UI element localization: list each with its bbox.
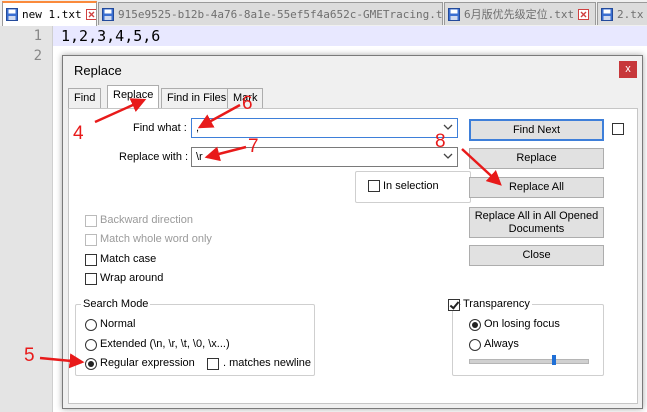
replace-all-opened-button[interactable]: Replace All in All Opened Documents xyxy=(469,207,604,238)
tab-label: 915e9525-b12b-4a76-8a1e-55ef5f4a652c-GME… xyxy=(118,7,443,21)
backward-direction-checkbox[interactable] xyxy=(85,215,97,227)
find-what-combo[interactable]: , xyxy=(191,118,458,138)
saved-file-icon xyxy=(448,7,460,21)
in-selection-label: In selection xyxy=(383,180,439,192)
tab-2[interactable]: 2.tx xyxy=(597,2,647,25)
in-selection-checkbox[interactable] xyxy=(368,180,380,192)
replace-with-value: \r xyxy=(196,151,203,163)
replace-button[interactable]: Replace xyxy=(469,148,604,169)
always-label: Always xyxy=(484,338,519,350)
chevron-down-icon[interactable] xyxy=(443,123,453,131)
search-mode-title: Search Mode xyxy=(81,298,151,310)
match-whole-word-checkbox[interactable] xyxy=(85,234,97,246)
find-next-button[interactable]: Find Next xyxy=(469,119,604,141)
code-line[interactable]: 1,2,3,4,5,6 xyxy=(61,27,160,45)
saved-file-icon xyxy=(601,7,613,21)
extended-label: Extended (\n, \r, \t, \0, \x...) xyxy=(100,338,230,350)
normal-label: Normal xyxy=(100,318,136,330)
dialog-close-button[interactable]: x xyxy=(619,61,637,78)
tab-priority-locate[interactable]: 6月版优先级定位.txt xyxy=(444,2,596,25)
replace-dialog: Replace x Find Replace Find in Files Mar… xyxy=(62,55,643,409)
on-losing-focus-label: On losing focus xyxy=(484,318,560,330)
replace-with-combo[interactable]: \r xyxy=(191,147,458,167)
line-number: 2 xyxy=(33,48,42,64)
extended-radio[interactable] xyxy=(85,339,97,351)
tab-find[interactable]: Find xyxy=(68,88,102,108)
annotation-label-7: 7 xyxy=(248,136,259,157)
always-radio[interactable] xyxy=(469,339,481,351)
match-case-checkbox[interactable] xyxy=(85,254,97,266)
dot-matches-newline-checkbox[interactable] xyxy=(207,358,219,370)
tab-label: 2.tx xyxy=(617,7,644,21)
close-button[interactable]: Close xyxy=(469,245,604,266)
transparency-checkbox[interactable] xyxy=(448,299,460,311)
match-whole-word-label: Match whole word only xyxy=(100,233,212,245)
tab-close-icon[interactable] xyxy=(85,9,97,20)
chevron-down-icon[interactable] xyxy=(443,152,453,160)
annotation-label-6: 6 xyxy=(242,93,253,114)
annotation-label-5: 5 xyxy=(24,345,35,366)
line-number: 1 xyxy=(33,28,42,44)
replace-with-label: Replace with : xyxy=(119,151,189,163)
saved-file-icon xyxy=(6,8,18,21)
find-what-value: , xyxy=(196,122,200,134)
replace-all-button[interactable]: Replace All xyxy=(469,177,604,198)
transparency-slider-track[interactable] xyxy=(469,359,589,364)
tab-label: 6月版优先级定位.txt xyxy=(464,8,575,21)
wrap-around-label: Wrap around xyxy=(100,272,164,284)
annotation-label-4: 4 xyxy=(73,123,84,144)
regex-radio[interactable] xyxy=(85,358,97,370)
find-what-label: Find what : xyxy=(133,122,187,134)
tab-new-1[interactable]: new 1.txt xyxy=(2,1,97,26)
annotation-label-8: 8 xyxy=(435,131,446,152)
transparency-label: Transparency xyxy=(461,298,532,310)
tab-replace[interactable]: Replace xyxy=(107,85,160,108)
dialog-title: Replace xyxy=(74,63,122,78)
normal-radio[interactable] xyxy=(85,319,97,331)
regex-label: Regular expression xyxy=(100,357,195,369)
document-tab-bar: new 1.txt 915e9525-b12b-4a76-8a1e-55ef5f… xyxy=(0,0,647,27)
dot-matches-newline-label: . matches newline xyxy=(223,357,312,369)
transparency-slider-thumb[interactable] xyxy=(551,355,556,365)
find-next-extra-checkbox[interactable] xyxy=(612,123,624,135)
tab-find-in-files[interactable]: Find in Files xyxy=(161,88,233,108)
tab-gmetracing[interactable]: 915e9525-b12b-4a76-8a1e-55ef5f4a652c-GME… xyxy=(98,2,443,25)
backward-direction-label: Backward direction xyxy=(100,214,193,226)
saved-file-icon xyxy=(102,7,114,21)
tab-close-icon[interactable] xyxy=(578,8,590,20)
tab-label: new 1.txt xyxy=(22,8,82,21)
match-case-label: Match case xyxy=(100,253,157,265)
on-losing-focus-radio[interactable] xyxy=(469,319,481,331)
wrap-around-checkbox[interactable] xyxy=(85,273,97,285)
